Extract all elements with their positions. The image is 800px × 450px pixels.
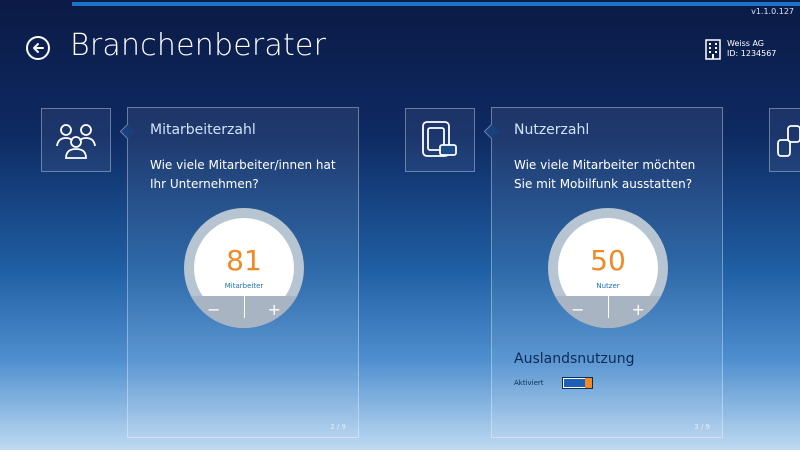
page-indicator: 3 / 9 <box>694 423 710 431</box>
increment-button[interactable]: + <box>609 296 669 328</box>
mobile-devices-icon <box>422 121 457 157</box>
page-title: Branchenberater <box>70 28 327 63</box>
card-question: Wie viele Mitarbeiter möchten Sie mit Mo… <box>514 158 696 191</box>
abroad-usage-status: Aktiviert <box>514 379 544 387</box>
building-icon <box>705 39 721 60</box>
link-icon <box>777 125 800 157</box>
user-counter-dial: 50 Nutzer − + <box>548 208 668 328</box>
counter-unit: Mitarbeiter <box>224 282 264 290</box>
counter-value: 81 <box>226 244 262 277</box>
counter-unit: Nutzer <box>596 282 620 290</box>
counter-value: 50 <box>590 244 626 277</box>
version-label: v1.1.0.127 <box>751 7 794 16</box>
increment-button[interactable]: + <box>245 296 305 328</box>
back-arrow-icon <box>33 43 44 53</box>
decrement-button[interactable]: − <box>548 296 608 328</box>
card-heading: Nutzerzahl <box>514 122 590 138</box>
tile-nutzerzahl[interactable] <box>405 108 475 172</box>
card-heading: Mitarbeiterzahl <box>150 122 256 138</box>
abroad-usage-toggle[interactable] <box>562 377 593 389</box>
people-icon <box>56 124 96 159</box>
company-id: ID: 1234567 <box>727 49 777 58</box>
company-name: Weiss AG <box>727 39 764 48</box>
back-button[interactable] <box>26 36 50 60</box>
page-indicator: 2 / 9 <box>330 423 346 431</box>
company-info: Weiss AG ID: 1234567 <box>705 38 776 60</box>
toggle-thumb[interactable] <box>585 378 592 388</box>
decrement-button[interactable]: − <box>184 296 244 328</box>
card-mitarbeiterzahl: Mitarbeiterzahl Wie viele Mitarbeiter/in… <box>119 107 359 438</box>
tile-next[interactable] <box>769 108 800 172</box>
card-question: Wie viele Mitarbeiter/innen hat Ihr Unte… <box>150 158 336 191</box>
top-progress-bar <box>72 2 800 6</box>
card-nutzerzahl: Nutzerzahl Wie viele Mitarbeiter möchten… <box>483 107 723 438</box>
abroad-usage-title: Auslandsnutzung <box>514 351 635 367</box>
employee-counter-dial: 81 Mitarbeiter − + <box>184 208 304 328</box>
tile-mitarbeiterzahl[interactable] <box>41 108 111 172</box>
